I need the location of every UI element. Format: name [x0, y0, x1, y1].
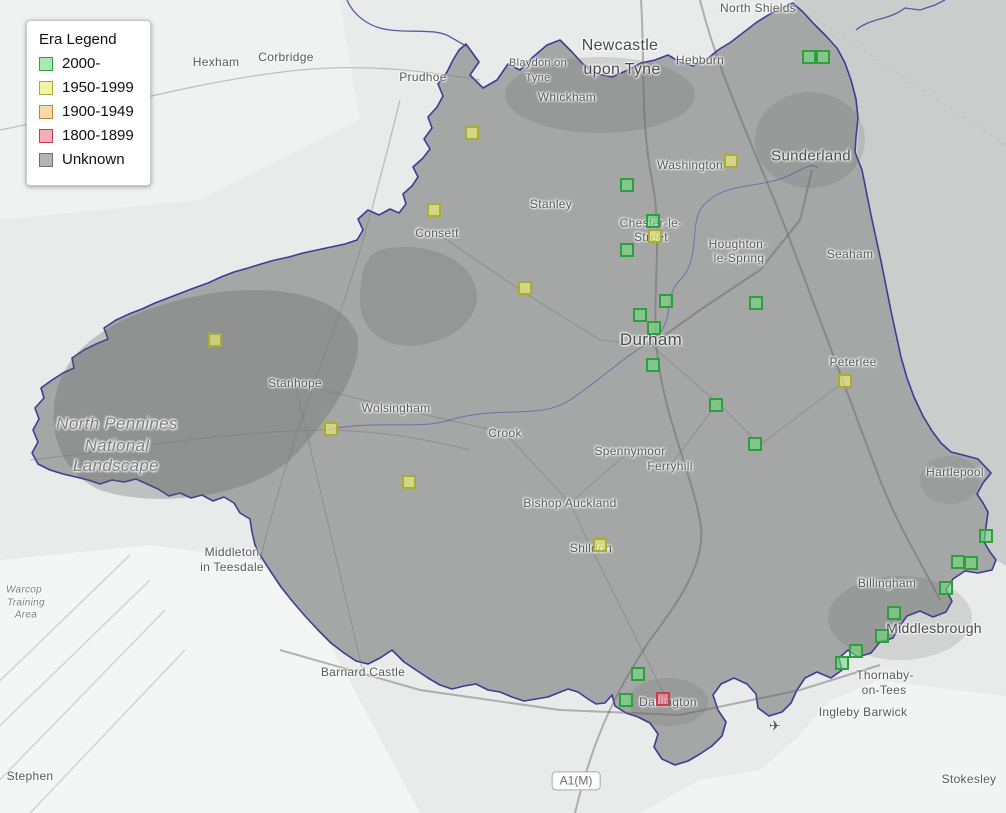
place-label: Crook	[488, 426, 522, 440]
legend-swatch-icon	[39, 104, 53, 119]
place-label: Hartlepool	[926, 465, 984, 479]
era-legend-items: 2000- 1950-1999 1900-1949 1800-1899 Unknown	[39, 55, 134, 168]
legend-item-label: 1800-1899	[62, 127, 134, 144]
place-label: Corbridge	[258, 50, 314, 64]
place-label: Wolsingham	[361, 401, 431, 415]
legend-item-label: Unknown	[62, 151, 125, 168]
era-marker[interactable]	[620, 243, 634, 257]
era-marker[interactable]	[647, 321, 661, 335]
place-label: Area	[14, 609, 38, 621]
era-marker[interactable]	[951, 555, 965, 569]
place-label: Warcop	[5, 584, 43, 596]
legend-title: Era Legend	[39, 31, 117, 48]
era-marker[interactable]	[748, 437, 762, 451]
place-label: Landscape	[73, 456, 159, 475]
era-marker[interactable]	[979, 529, 993, 543]
road-shield: A1(M)	[551, 771, 601, 791]
place-label: Thornaby-	[856, 668, 914, 682]
era-marker[interactable]	[593, 538, 607, 552]
legend-item: 1800-1899	[39, 127, 134, 144]
place-label: Ferryhill	[647, 459, 693, 473]
place-label: Training	[7, 597, 45, 609]
place-label: Stanley	[529, 197, 573, 211]
place-label: Whickham	[537, 90, 597, 104]
place-label: Hebburn	[675, 53, 725, 67]
era-marker[interactable]	[620, 178, 634, 192]
legend-swatch-icon	[39, 80, 53, 95]
place-label: Stephen	[6, 769, 54, 783]
era-legend-panel: Era Legend 2000- 1950-1999 1900-1949 1800-1…	[26, 20, 151, 186]
legend-swatch-icon	[39, 56, 53, 71]
place-label: Hexham	[192, 55, 240, 69]
place-label: Prudhoe	[399, 70, 447, 84]
era-marker[interactable]	[849, 644, 863, 658]
legend-item-label: 1950-1999	[62, 79, 134, 96]
era-marker[interactable]	[646, 358, 660, 372]
place-label: on-Tees	[861, 683, 907, 697]
legend-swatch-icon	[39, 152, 53, 167]
era-marker[interactable]	[939, 581, 953, 595]
place-label: Stanhope	[268, 376, 322, 390]
legend-item: 1950-1999	[39, 79, 134, 96]
era-marker[interactable]	[619, 693, 633, 707]
place-label: Billingham	[857, 576, 917, 590]
place-label: North Shields	[720, 1, 796, 15]
place-label: National	[84, 436, 150, 455]
era-marker[interactable]	[633, 308, 647, 322]
era-marker[interactable]	[875, 629, 889, 643]
place-label: North Pennines	[56, 414, 178, 433]
era-marker[interactable]	[402, 475, 416, 489]
legend-item-label: 1900-1949	[62, 103, 134, 120]
place-label: Middleton	[204, 545, 260, 559]
legend-item: 2000-	[39, 55, 134, 72]
place-label: Peterlee	[829, 355, 877, 369]
era-marker[interactable]	[964, 556, 978, 570]
era-marker[interactable]	[646, 214, 660, 228]
place-label: Newcastle	[581, 37, 659, 54]
era-marker[interactable]	[427, 203, 441, 217]
era-marker[interactable]	[838, 374, 852, 388]
place-label: Spennymoor	[594, 444, 666, 458]
era-marker[interactable]	[802, 50, 816, 64]
place-label: in Teesdale	[200, 560, 264, 574]
legend-item-label: 2000-	[62, 55, 101, 72]
place-label: Tyne	[525, 72, 551, 84]
place-label: le-Spring	[713, 251, 765, 265]
place-label: Washington	[657, 158, 723, 172]
era-marker[interactable]	[324, 422, 338, 436]
place-label: Sunderland	[771, 147, 851, 165]
era-marker[interactable]	[749, 296, 763, 310]
era-marker[interactable]	[648, 229, 662, 243]
place-label: Bishop Auckland	[523, 496, 617, 510]
place-label: upon Tyne	[583, 61, 661, 78]
era-marker[interactable]	[724, 154, 738, 168]
place-label: Seaham	[826, 247, 874, 261]
place-label: Blaydon on	[508, 57, 568, 69]
era-marker[interactable]	[518, 281, 532, 295]
era-marker[interactable]	[208, 333, 222, 347]
place-label: Houghton-	[708, 237, 768, 251]
place-label: Barnard Castle	[320, 665, 406, 679]
place-label: Consett	[415, 226, 459, 240]
era-marker[interactable]	[709, 398, 723, 412]
map-layer: North Shields Newcastle upon Tyne Hebburn Bl…	[0, 0, 1006, 813]
era-marker[interactable]	[631, 667, 645, 681]
legend-item: 1900-1949	[39, 103, 134, 120]
place-label: Stokesley	[941, 772, 997, 786]
place-label: Ingleby Barwick	[818, 705, 908, 719]
map-canvas[interactable]: North Shields Newcastle upon Tyne Hebburn Bl…	[0, 0, 1006, 813]
place-label: Middlesbrough	[886, 620, 982, 636]
era-marker[interactable]	[835, 656, 849, 670]
legend-swatch-icon	[39, 128, 53, 143]
era-marker[interactable]	[816, 50, 830, 64]
airport-icon: ✈	[768, 717, 782, 734]
era-marker[interactable]	[659, 294, 673, 308]
era-marker[interactable]	[465, 126, 479, 140]
legend-item: Unknown	[39, 151, 134, 168]
era-marker[interactable]	[887, 606, 901, 620]
era-marker[interactable]	[656, 692, 670, 706]
